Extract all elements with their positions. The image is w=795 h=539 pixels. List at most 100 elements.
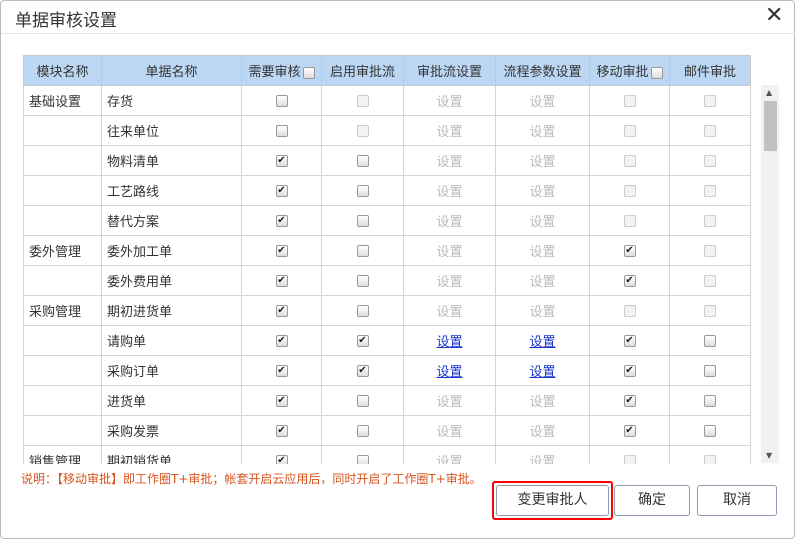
mobile-approval-checkbox[interactable]: ✔ <box>623 364 636 377</box>
enable-flow-checkbox[interactable] <box>356 394 369 407</box>
need-audit-checkbox[interactable]: ✔ <box>275 454 288 464</box>
doc-name: 请购单 <box>101 325 242 356</box>
module-name: 销售管理 <box>23 445 102 464</box>
flow-settings-link: 设置 <box>436 95 463 110</box>
enable-flow-checkbox[interactable] <box>356 304 369 317</box>
mobile-approval-cell <box>589 115 670 146</box>
close-icon[interactable]: ✕ <box>765 3 783 28</box>
vertical-scrollbar[interactable]: ▲ ▼ <box>761 85 779 463</box>
need-audit-checkbox[interactable]: ✔ <box>275 154 288 167</box>
enable-flow-checkbox[interactable] <box>356 154 369 167</box>
doc-name: 委外费用单 <box>101 265 242 296</box>
mail-approval-cell <box>669 415 751 446</box>
enable-flow-checkbox[interactable] <box>356 454 369 464</box>
param-settings-link[interactable]: 设置 <box>529 335 555 350</box>
doc-name: 物料清单 <box>101 145 242 176</box>
table-row: 请购单 ✔ ✔ 设置 设置 ✔ <box>23 325 751 356</box>
need-audit-checkbox[interactable]: ✔ <box>275 184 288 197</box>
scrollbar-thumb[interactable] <box>764 101 777 151</box>
flow-settings-link: 设置 <box>436 185 463 200</box>
mail-approval-checkbox[interactable] <box>704 364 716 377</box>
enable-flow-checkbox[interactable] <box>356 424 369 437</box>
need-audit-checkbox[interactable]: ✔ <box>275 244 288 257</box>
flow-settings-link[interactable]: 设置 <box>436 365 462 380</box>
mail-approval-checkbox[interactable] <box>704 394 716 407</box>
table-row: 往来单位 设置 设置 <box>23 115 751 146</box>
mail-approval-cell <box>669 85 751 116</box>
select-all-checkbox[interactable] <box>302 66 315 79</box>
param-settings-link-cell: 设置 <box>495 175 590 206</box>
doc-name: 期初进货单 <box>101 295 242 326</box>
enable-flow-checkbox[interactable] <box>356 274 369 287</box>
ok-button[interactable]: 确定 <box>614 485 690 516</box>
column-header: 启用审批流 <box>321 55 404 86</box>
flow-settings-link-cell: 设置 <box>403 235 496 266</box>
column-header-label: 启用审批流 <box>329 65 395 80</box>
enable-flow-checkbox[interactable] <box>356 184 369 197</box>
need-audit-checkbox[interactable] <box>275 124 288 137</box>
mobile-approval-cell: ✔ <box>589 385 670 416</box>
flow-settings-link: 设置 <box>436 155 463 170</box>
enable-flow-cell <box>321 205 404 236</box>
mobile-approval-checkbox[interactable]: ✔ <box>623 244 636 257</box>
mail-approval-cell <box>669 235 751 266</box>
select-all-checkbox[interactable] <box>650 66 663 79</box>
doc-name: 替代方案 <box>101 205 242 236</box>
flow-settings-link[interactable]: 设置 <box>436 335 462 350</box>
flow-settings-link-cell: 设置 <box>403 385 496 416</box>
mobile-approval-checkbox[interactable]: ✔ <box>623 274 636 287</box>
mail-approval-checkbox[interactable] <box>704 424 716 437</box>
flow-settings-link-cell: 设置 <box>403 295 496 326</box>
need-audit-checkbox[interactable]: ✔ <box>275 214 288 227</box>
flow-settings-link: 设置 <box>436 425 463 440</box>
enable-flow-checkbox[interactable]: ✔ <box>356 334 369 347</box>
need-audit-checkbox[interactable]: ✔ <box>275 364 288 377</box>
change-approver-button[interactable]: 变更审批人 <box>496 485 609 516</box>
table-row: 采购发票 ✔ 设置 设置 ✔ <box>23 415 751 446</box>
flow-settings-link-cell: 设置 <box>403 115 496 146</box>
mobile-approval-checkbox[interactable]: ✔ <box>623 424 636 437</box>
param-settings-link-cell: 设置 <box>495 295 590 326</box>
flow-settings-link: 设置 <box>436 395 463 410</box>
need-audit-checkbox[interactable]: ✔ <box>275 334 288 347</box>
column-header: 审批流设置 <box>403 55 496 86</box>
mobile-approval-checkbox <box>623 94 636 107</box>
param-settings-link-cell: 设置 <box>495 235 590 266</box>
need-audit-cell: ✔ <box>241 325 322 356</box>
enable-flow-checkbox[interactable] <box>356 214 369 227</box>
need-audit-checkbox[interactable]: ✔ <box>275 304 288 317</box>
need-audit-checkbox[interactable]: ✔ <box>275 424 288 437</box>
mail-approval-cell <box>669 145 751 176</box>
flow-settings-link: 设置 <box>436 215 463 230</box>
param-settings-link: 设置 <box>529 185 556 200</box>
enable-flow-checkbox[interactable] <box>356 244 369 257</box>
mobile-approval-cell: ✔ <box>589 355 670 386</box>
cancel-button[interactable]: 取消 <box>697 485 777 516</box>
note-text: 说明：【移动审批】即工作圈T+审批；帐套开启云应用后，同时开启了工作圈T+审批。 <box>21 472 482 486</box>
column-header: 需要审核 <box>241 55 322 86</box>
mail-approval-checkbox <box>704 244 716 257</box>
enable-flow-checkbox[interactable]: ✔ <box>356 364 369 377</box>
table-row: 工艺路线 ✔ 设置 设置 <box>23 175 751 206</box>
need-audit-checkbox[interactable]: ✔ <box>275 274 288 287</box>
module-name: 采购管理 <box>23 295 102 326</box>
param-settings-link[interactable]: 设置 <box>529 365 555 380</box>
need-audit-checkbox[interactable]: ✔ <box>275 394 288 407</box>
need-audit-cell: ✔ <box>241 415 322 446</box>
enable-flow-cell <box>321 415 404 446</box>
mobile-approval-checkbox[interactable]: ✔ <box>623 334 636 347</box>
mail-approval-checkbox[interactable] <box>704 334 716 347</box>
need-audit-cell: ✔ <box>241 385 322 416</box>
scroll-down-icon[interactable]: ▼ <box>766 451 772 460</box>
enable-flow-cell: ✔ <box>321 355 404 386</box>
flow-settings-link-cell: 设置 <box>403 415 496 446</box>
scroll-up-icon[interactable]: ▲ <box>766 88 772 97</box>
mobile-approval-checkbox[interactable]: ✔ <box>623 394 636 407</box>
mail-approval-checkbox <box>704 124 716 137</box>
flow-settings-link: 设置 <box>436 125 463 140</box>
flow-settings-link-cell: 设置 <box>403 145 496 176</box>
module-name <box>23 385 102 416</box>
mail-approval-cell <box>669 295 751 326</box>
flow-settings-link: 设置 <box>436 275 463 290</box>
need-audit-checkbox[interactable] <box>275 94 288 107</box>
